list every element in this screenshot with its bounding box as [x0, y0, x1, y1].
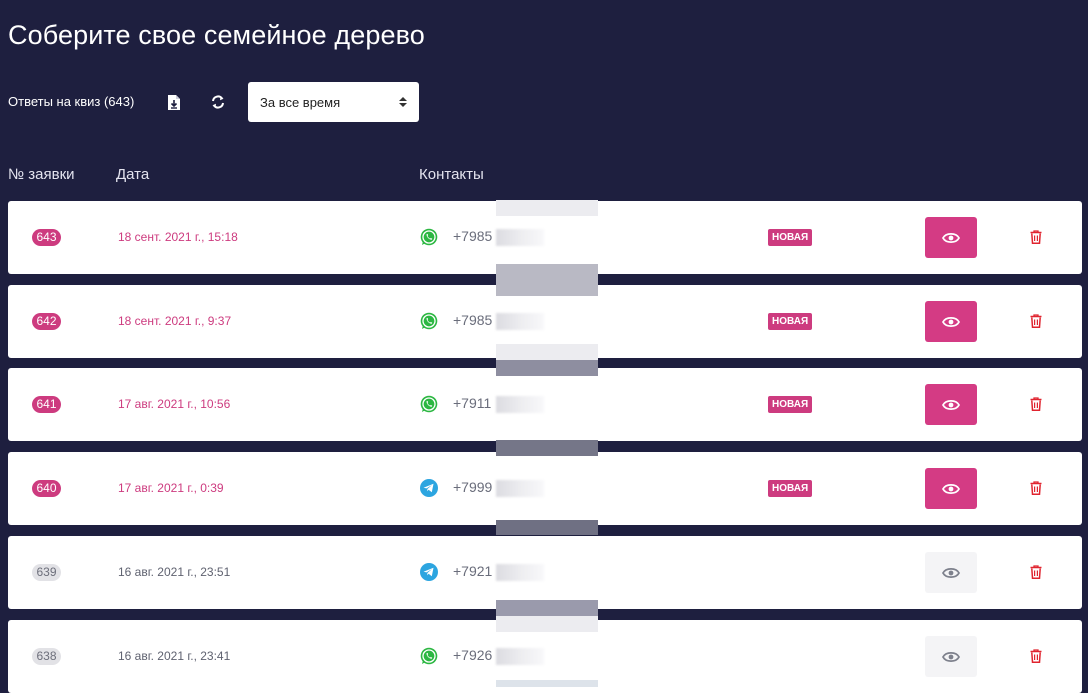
quiz-count-label: Ответы на квиз (643) — [8, 94, 135, 109]
redacted-phone-blur — [496, 564, 544, 581]
table-row[interactable]: 641 17 авг. 2021 г., 10:56 +7911 НОВАЯ — [8, 368, 1082, 441]
redacted-phone-blur — [496, 396, 544, 413]
contact-phone: +7921 — [453, 563, 493, 579]
status-badge: НОВАЯ — [768, 480, 813, 497]
period-select[interactable]: За все время — [248, 82, 419, 122]
redacted-phone-blur — [496, 648, 544, 665]
request-number-badge: 641 — [32, 396, 61, 413]
contact-phone: +7911 — [453, 395, 492, 411]
contact-phone: +7985 — [453, 312, 493, 328]
file-download-icon[interactable] — [164, 92, 184, 112]
table-row[interactable]: 640 17 авг. 2021 г., 0:39 +7999 НОВАЯ — [8, 452, 1082, 525]
whatsapp-icon — [419, 394, 439, 414]
refresh-icon[interactable] — [208, 92, 228, 112]
page-title: Соберите свое семейное дерево — [8, 20, 425, 50]
column-header-number[interactable]: № заявки — [8, 166, 75, 183]
redaction-block — [496, 344, 598, 360]
contact-phone: +7999 — [453, 479, 493, 495]
redaction-block — [496, 440, 598, 456]
delete-button[interactable] — [1028, 395, 1044, 413]
view-button[interactable] — [925, 384, 977, 425]
select-caret-icon — [399, 96, 407, 108]
delete-button[interactable] — [1028, 312, 1044, 330]
request-number-badge: 643 — [32, 229, 61, 246]
view-button[interactable] — [925, 552, 977, 593]
request-number-badge: 638 — [32, 648, 61, 665]
whatsapp-icon — [419, 227, 439, 247]
eye-icon — [942, 316, 960, 328]
redaction-block — [496, 360, 598, 376]
status-badge: НОВАЯ — [768, 229, 813, 246]
toolbar: Ответы на квиз (643) За все время — [8, 82, 428, 122]
redacted-phone-blur — [496, 313, 544, 330]
request-number-badge: 639 — [32, 564, 61, 581]
redacted-phone-blur — [496, 229, 544, 246]
request-date: 18 сент. 2021 г., 15:18 — [118, 230, 238, 244]
contact-phone: +7926 — [453, 647, 493, 663]
column-header-contacts: Контакты — [419, 166, 484, 183]
trash-icon — [1030, 314, 1042, 328]
request-date: 17 авг. 2021 г., 10:56 — [118, 397, 231, 411]
redaction-block — [496, 680, 598, 687]
eye-icon — [942, 483, 960, 495]
table-row[interactable]: 639 16 авг. 2021 г., 23:51 +7921 — [8, 536, 1082, 609]
request-date: 17 авг. 2021 г., 0:39 — [118, 481, 224, 495]
redaction-block — [496, 600, 598, 616]
contact-phone: +7985 — [453, 228, 493, 244]
redaction-block — [496, 264, 598, 296]
delete-button[interactable] — [1028, 647, 1044, 665]
whatsapp-icon — [419, 311, 439, 331]
column-header-date[interactable]: Дата — [116, 166, 149, 183]
status-badge: НОВАЯ — [768, 313, 813, 330]
view-button[interactable] — [925, 217, 977, 258]
trash-icon — [1030, 565, 1042, 579]
redaction-block — [496, 520, 598, 535]
view-button[interactable] — [925, 468, 977, 509]
request-number-badge: 640 — [32, 480, 61, 497]
delete-button[interactable] — [1028, 228, 1044, 246]
eye-icon — [942, 232, 960, 244]
trash-icon — [1030, 649, 1042, 663]
request-date: 16 авг. 2021 г., 23:41 — [118, 649, 231, 663]
delete-button[interactable] — [1028, 563, 1044, 581]
telegram-icon — [419, 562, 439, 582]
view-button[interactable] — [925, 301, 977, 342]
whatsapp-icon — [419, 646, 439, 666]
redaction-block — [496, 200, 598, 216]
trash-icon — [1030, 397, 1042, 411]
eye-icon — [942, 651, 960, 663]
telegram-icon — [419, 478, 439, 498]
period-select-value: За все время — [260, 94, 341, 110]
redacted-phone-blur — [496, 480, 544, 497]
request-date: 16 авг. 2021 г., 23:51 — [118, 565, 231, 579]
eye-icon — [942, 567, 960, 579]
eye-icon — [942, 399, 960, 411]
delete-button[interactable] — [1028, 479, 1044, 497]
trash-icon — [1030, 230, 1042, 244]
view-button[interactable] — [925, 636, 977, 677]
request-number-badge: 642 — [32, 313, 61, 330]
status-badge: НОВАЯ — [768, 396, 813, 413]
request-date: 18 сент. 2021 г., 9:37 — [118, 314, 232, 328]
redaction-block — [496, 616, 598, 632]
trash-icon — [1030, 481, 1042, 495]
